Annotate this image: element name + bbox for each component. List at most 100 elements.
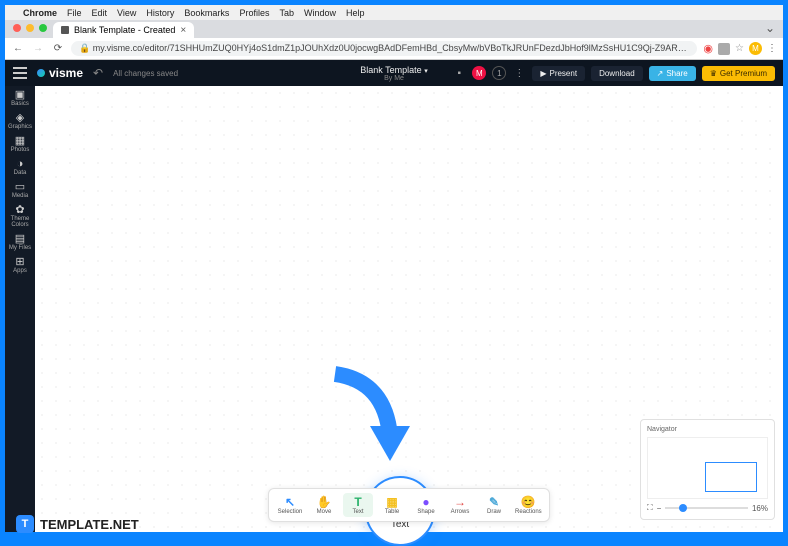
sidebar-label: My Files [6, 245, 34, 251]
sidebar-item-apps[interactable]: ⊞Apps [6, 257, 34, 274]
share-button[interactable]: ↗Share [649, 66, 696, 81]
tool-table[interactable]: ▦Table [377, 493, 407, 517]
menu-chrome[interactable]: Chrome [23, 8, 57, 18]
minimize-window[interactable] [26, 24, 34, 32]
left-sidebar: ▣Basics ◈Graphics ▦Photos ◑Data ▭Media ✿Theme… [5, 86, 35, 532]
close-window[interactable] [13, 24, 21, 32]
sidebar-icon: ▦ [6, 136, 34, 147]
menu-file[interactable]: File [67, 8, 82, 18]
play-icon: ▶ [540, 69, 546, 78]
forward-icon[interactable]: → [31, 43, 45, 54]
menu-tab[interactable]: Tab [279, 8, 294, 18]
zoom-level: 16% [752, 504, 768, 513]
get-premium-button[interactable]: ♛Get Premium [702, 66, 775, 81]
profile-avatar[interactable]: M [749, 42, 762, 55]
sidebar-item-media[interactable]: ▭Media [6, 182, 34, 199]
navigator-preview[interactable] [647, 437, 768, 499]
maximize-window[interactable] [39, 24, 47, 32]
collaborator-count[interactable]: 1 [492, 66, 506, 80]
reload-icon[interactable]: ⟳ [51, 43, 65, 54]
tool-label: Text [345, 509, 371, 515]
browser-address-bar: ← → ⟳ 🔒 my.visme.co/editor/71SHHUmZUQ0HY… [5, 38, 783, 60]
table-tool-icon: ▦ [379, 495, 405, 509]
caret-down-icon: ▾ [424, 68, 428, 75]
logo-icon [37, 69, 45, 77]
save-status: All changes saved [113, 69, 178, 78]
sidebar-icon: ▣ [6, 90, 34, 101]
zoom-fit-icon[interactable]: ⛶ [647, 503, 653, 513]
arrows-tool-icon: → [447, 495, 473, 509]
document-title-block[interactable]: Blank Template ▾ By Me [360, 65, 427, 82]
download-button[interactable]: Download [591, 66, 643, 81]
browser-tab[interactable]: Blank Template - Created × [53, 22, 194, 38]
hamburger-menu-icon[interactable] [13, 66, 27, 80]
zoom-out-icon[interactable]: − [657, 504, 662, 513]
template-net-watermark: T TEMPLATE.NET [16, 515, 139, 533]
navigator-panel: Navigator ⛶ − 16% [640, 419, 775, 520]
lock-icon: 🔒 [79, 43, 90, 53]
crown-icon: ♛ [710, 69, 717, 78]
menu-edit[interactable]: Edit [92, 8, 108, 18]
sidebar-label: Photos [6, 147, 34, 153]
adblock-icon[interactable]: ◉ [703, 42, 713, 55]
text-tool-icon: T [345, 495, 371, 509]
draw-tool-icon: ✎ [481, 495, 507, 509]
tool-label: Move [311, 509, 337, 515]
kebab-menu-icon[interactable]: ⋮ [767, 43, 777, 54]
menu-window[interactable]: Window [304, 8, 336, 18]
extension-icon[interactable] [718, 43, 730, 55]
tool-label: Arrows [447, 509, 473, 515]
user-badge[interactable]: M [472, 66, 486, 80]
tool-label: Selection [277, 509, 303, 515]
sidebar-icon: ▭ [6, 182, 34, 193]
more-icon[interactable]: ⋮ [512, 66, 526, 80]
zoom-slider[interactable] [665, 507, 748, 509]
sidebar-icon: ⊞ [6, 257, 34, 268]
tool-move[interactable]: ✋Move [309, 493, 339, 517]
close-tab-icon[interactable]: × [180, 25, 186, 36]
tool-selection[interactable]: ↖Selection [275, 493, 305, 517]
menu-history[interactable]: History [146, 8, 174, 18]
navigator-title: Navigator [647, 426, 768, 433]
tool-reactions[interactable]: 😊Reactions [513, 493, 543, 517]
chevron-down-icon[interactable]: ⌄ [765, 21, 775, 35]
sidebar-label: Media [6, 193, 34, 199]
sidebar-icon: ◑ [6, 159, 34, 170]
tool-draw[interactable]: ✎Draw [479, 493, 509, 517]
sidebar-item-photos[interactable]: ▦Photos [6, 136, 34, 153]
tab-title: Blank Template - Created [74, 25, 175, 35]
tool-text[interactable]: TText [343, 493, 373, 517]
reactions-tool-icon: 😊 [515, 495, 541, 509]
share-icon: ↗ [657, 69, 664, 78]
url-text: my.visme.co/editor/71SHHUmZUQ0HYj4oS1dmZ… [93, 43, 698, 53]
macos-menu-bar: Chrome File Edit View History Bookmarks … [5, 5, 783, 20]
sidebar-item-my-files[interactable]: ▤My Files [6, 234, 34, 251]
sidebar-label: Graphics [6, 124, 34, 130]
sidebar-item-graphics[interactable]: ◈Graphics [6, 113, 34, 130]
sidebar-item-basics[interactable]: ▣Basics [6, 90, 34, 107]
undo-icon[interactable]: ↶ [93, 66, 103, 80]
tool-label: Reactions [515, 509, 541, 515]
navigator-viewport-box[interactable] [705, 462, 757, 492]
tool-arrows[interactable]: →Arrows [445, 493, 475, 517]
tool-label: Draw [481, 509, 507, 515]
menu-bookmarks[interactable]: Bookmarks [184, 8, 229, 18]
chrome-tab-strip: Blank Template - Created × ⌄ [5, 20, 783, 38]
move-tool-icon: ✋ [311, 495, 337, 509]
sidebar-item-data[interactable]: ◑Data [6, 159, 34, 176]
zoom-slider-thumb[interactable] [679, 504, 687, 512]
app-main: ▣Basics◈Graphics▦Photos◑Data▭Media✿Theme… [5, 86, 783, 532]
chat-icon[interactable]: ▪ [452, 66, 466, 80]
menu-profiles[interactable]: Profiles [239, 8, 269, 18]
back-icon[interactable]: ← [11, 43, 25, 54]
url-input[interactable]: 🔒 my.visme.co/editor/71SHHUmZUQ0HYj4oS1d… [71, 41, 697, 56]
star-icon[interactable]: ☆ [735, 43, 744, 54]
template-net-logo-icon: T [16, 515, 34, 533]
canvas-area[interactable]: T Text ↖Selection✋MoveTText▦Table●Shape→… [35, 86, 783, 532]
sidebar-item-theme-colors[interactable]: ✿Theme Colors [6, 205, 34, 228]
tool-label: Shape [413, 509, 439, 515]
tool-shape[interactable]: ●Shape [411, 493, 441, 517]
menu-view[interactable]: View [117, 8, 136, 18]
menu-help[interactable]: Help [346, 8, 365, 18]
present-button[interactable]: ▶Present [532, 66, 585, 81]
